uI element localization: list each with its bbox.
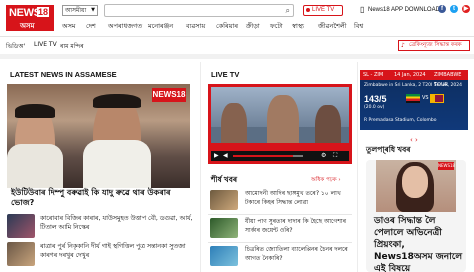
sri-lanka-flag-icon: [430, 94, 444, 103]
nav-item-sports[interactable]: ক্রীড়া: [246, 21, 260, 32]
trending-image: NEWS18: [376, 160, 456, 212]
cricket-date: 14 Jan, 2024: [394, 72, 426, 78]
list-item[interactable]: কাৰোবাৰ বিজিৰ কাৰাৰ, যাউসমুহত উত্তাপ বৌ,…: [7, 214, 197, 244]
top-news-title: শীৰ্ষ খবৰ: [211, 175, 238, 184]
player-controls: ▶ ◀ ⚙ ⛶: [211, 151, 349, 161]
carousel-pager[interactable]: ‹ ›: [410, 136, 418, 144]
twitter-icon[interactable]: t: [450, 5, 458, 13]
nav-item-business[interactable]: ব্যৱসায়: [186, 21, 205, 32]
play-icon[interactable]: ▶: [214, 151, 219, 161]
live-tv-button[interactable]: LIVE TV: [303, 5, 343, 16]
list-item[interactable]: আমোদনী আদিৰ ছাঙ্গমুখ তৰে? ১০ লাখ টকাৰে ক…: [210, 190, 350, 216]
header-divider: [0, 36, 474, 37]
person-figure: [7, 104, 63, 188]
nav-item-health[interactable]: স্বাস্থ্য: [292, 21, 304, 32]
news-item-text: চিত্ৰৰিত জ্যোতিলা ব্যালেপ্পিনৰ চৈনৰ দলৰে…: [245, 246, 348, 262]
top-bar: NEWS 18 অসম আসমীয়া ▼ ⌕ LIVE TV ▯ News18…: [0, 0, 474, 36]
list-divider: [208, 214, 352, 215]
news-item-text: কাৰোবাৰ বিজিৰ কাৰাৰ, যাউসমুহত উত্তাপ বৌ,…: [40, 215, 193, 231]
phone-icon: ▯: [360, 5, 365, 14]
breaking-news-button[interactable]: ♪ ব্ৰেকিংন্যূজ সিদ্ধান্ত কৰক: [398, 40, 470, 51]
app-download-label: News18 APP DOWNLOAD: [368, 7, 440, 13]
column-divider: [200, 62, 201, 272]
bell-icon: ♪: [401, 42, 405, 49]
live-tv-title: LIVE TV: [211, 70, 240, 79]
app-download-link[interactable]: ▯ News18 APP DOWNLOAD: [360, 5, 440, 15]
chevron-down-icon: ▼: [91, 7, 95, 13]
fullscreen-icon[interactable]: ⛶: [333, 151, 337, 161]
news18-badge: NEWS18: [438, 162, 456, 170]
news18-badge: NEWS18: [152, 88, 186, 102]
cricket-header: SL - ZIM 14 Jan, 2024 ZIMBABWE TOUR: [360, 70, 468, 88]
news-thumbnail: [210, 218, 238, 238]
breaking-news-label: ব্ৰেকিংন্যূজ সিদ্ধান্ত কৰক: [409, 42, 462, 48]
news-ticker: [211, 143, 349, 151]
news-item-text: ৰাত্ৰাৰ পুৰ্ৰ নিকৃকানি দীৰ্য গাই স্থগিত্…: [40, 243, 186, 259]
list-item[interactable]: চিত্ৰৰিত জ্যোতিলা ব্যালেপ্পিনৰ চৈনৰ দলৰে…: [210, 246, 350, 272]
news-thumbnail: [210, 246, 238, 266]
news18-logo[interactable]: NEWS 18 অসম: [6, 5, 54, 31]
subnav-item-ram-mandir[interactable]: ৰাম মন্দিৰ: [60, 41, 84, 52]
player-progress-bar[interactable]: [233, 155, 303, 157]
main-news-headline[interactable]: ইউটিউবাৰ দিম্পু বৰুৱাই কি যাদু ৰুৱে থাৰ …: [11, 188, 187, 208]
subnav-item-live-tv[interactable]: LIVE TV: [34, 41, 57, 48]
live-tv-player[interactable]: ▶ ◀ ⚙ ⛶: [208, 84, 352, 164]
news-thumbnail: [7, 214, 35, 238]
settings-icon[interactable]: ⚙: [321, 151, 326, 161]
main-news-image[interactable]: NEWS18: [7, 84, 190, 188]
language-select-value: আসমীয়া: [65, 7, 87, 14]
cricket-match-code: SL - ZIM: [363, 72, 384, 78]
cricket-venue: R Premadasa Stadium, Colombo: [364, 118, 437, 123]
latest-news-title: LATEST NEWS IN ASSAMESE: [10, 70, 117, 79]
volume-icon[interactable]: ◀: [223, 151, 228, 161]
news-thumbnail: [210, 190, 238, 210]
youtube-icon[interactable]: ▶: [462, 5, 470, 13]
facebook-icon[interactable]: f: [438, 5, 446, 13]
nav-item-world[interactable]: বিশ্ব: [354, 21, 363, 32]
list-divider: [208, 242, 352, 243]
nav-item-career[interactable]: কেৰিয়াৰ: [216, 21, 238, 32]
news-item-text: আমোদনী আদিৰ ছাঙ্গমুখ তৰে? ১০ লাখ টকাৰে ক…: [245, 190, 341, 206]
live-dot-icon: [306, 8, 310, 12]
subnav-divider: [0, 54, 474, 59]
read-more-link[interactable]: অধিক পঢ়ক ›: [311, 177, 341, 185]
person-figure: [402, 166, 428, 198]
logo-number: 18: [37, 7, 50, 17]
search-input[interactable]: ⌕: [104, 4, 294, 17]
trending-card[interactable]: NEWS18 ডাওৰ সিদ্ধান্ত লৈ পেলালে অভিনেত্ৰ…: [366, 160, 466, 272]
language-select[interactable]: আসমীয়া ▼: [62, 5, 98, 16]
nav-item-desh[interactable]: দেশ: [86, 21, 96, 32]
list-item[interactable]: ৰাত্ৰাৰ পুৰ্ৰ নিকৃকানি দীৰ্য গাই স্থগিত্…: [7, 242, 197, 272]
search-icon[interactable]: ⌕: [286, 6, 290, 16]
nav-item-assam[interactable]: অসম: [62, 21, 76, 32]
trending-headline: ডাওৰ সিদ্ধান্ত লৈ পেলালে অভিনেত্ৰী প্ৰিয…: [374, 216, 463, 272]
nav-item-crime[interactable]: অপৰাধজগত: [108, 21, 142, 32]
trending-title: তুলপা্ৰধি খবৰ: [366, 145, 411, 154]
cricket-score-widget[interactable]: SL - ZIM 14 Jan, 2024 ZIMBABWE TOUR Zimb…: [360, 70, 468, 130]
versus-label: VS: [422, 95, 429, 101]
cricket-score: 143/5: [364, 94, 387, 104]
subnav-item-video[interactable]: ভিডিঅ': [6, 41, 25, 52]
nav-item-entertainment[interactable]: মনোৰঞ্জন: [148, 21, 173, 32]
column-divider: [357, 62, 358, 272]
live-tv-label: LIVE TV: [312, 7, 335, 13]
news-thumbnail: [7, 242, 35, 266]
list-item[interactable]: ৰ্যীয়া পাণ সুৰতাৰ দাদাৰ কি হৈছে আগেশাৰ …: [210, 218, 350, 244]
nav-item-lifestyle[interactable]: জীৱনশৈলী: [318, 21, 347, 32]
logo-language: অসম: [20, 22, 35, 30]
person-figure: [83, 94, 151, 188]
news-item-text: ৰ্যীয়া পাণ সুৰতাৰ দাদাৰ কি হৈছে আগেশাৰ …: [245, 218, 347, 234]
cricket-match-title: Zimbabwe in Sri Lanka, 2 T20I Series, 20…: [364, 83, 462, 88]
zimbabwe-flag-icon: [406, 94, 420, 103]
cricket-overs: (20.0 ov): [364, 105, 385, 110]
nav-item-photo[interactable]: ফটো: [270, 21, 283, 32]
